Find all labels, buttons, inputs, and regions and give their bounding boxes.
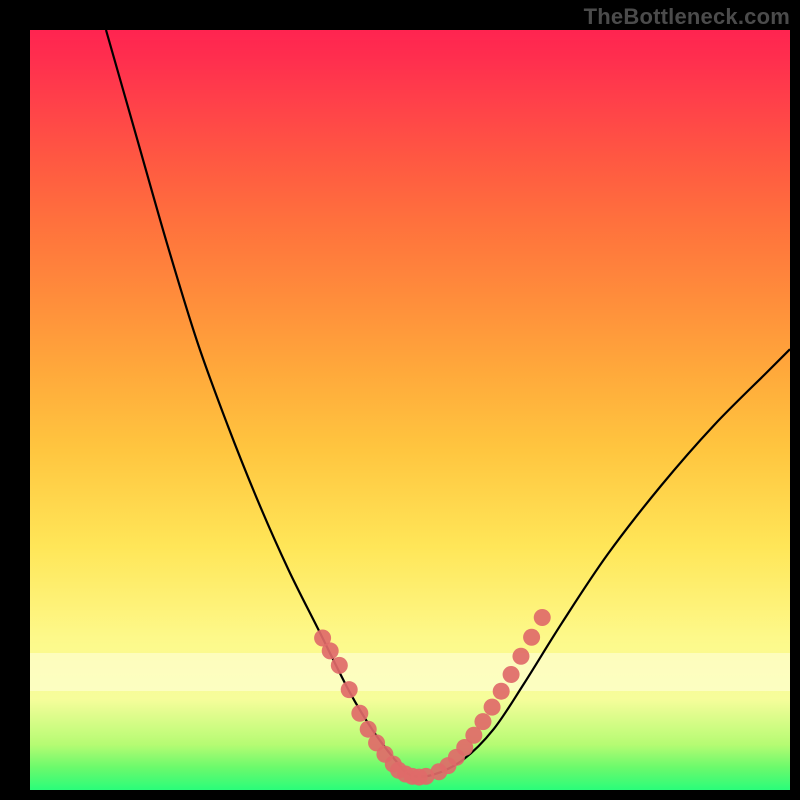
chart-frame: TheBottleneck.com (0, 0, 800, 800)
highlight-band (30, 653, 790, 691)
watermark: TheBottleneck.com (584, 4, 790, 30)
